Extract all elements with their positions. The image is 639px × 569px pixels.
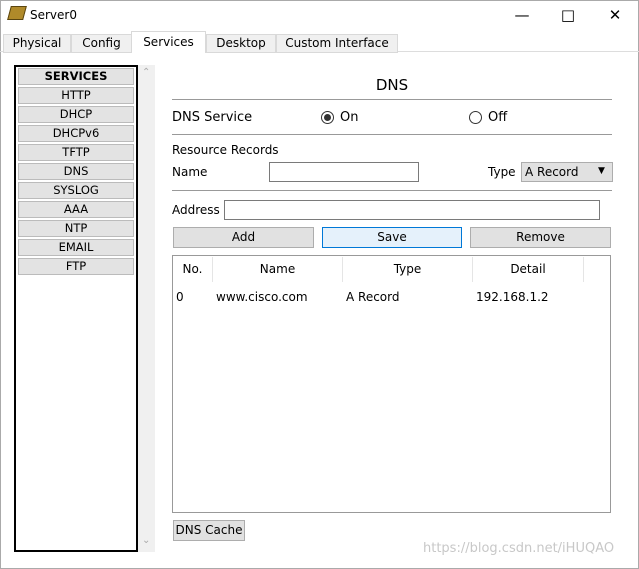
sidebar-item-email[interactable]: EMAIL <box>18 239 134 256</box>
divider <box>172 134 612 135</box>
tab-custom-interface[interactable]: Custom Interface <box>276 34 398 53</box>
sidebar-item-ftp[interactable]: FTP <box>18 258 134 275</box>
scroll-down-icon[interactable]: ⌄ <box>142 535 150 546</box>
cell-detail: 192.168.1.2 <box>476 290 549 304</box>
dns-records-table: No. Name Type Detail 0 www.cisco.com A R… <box>172 255 611 513</box>
column-header-no[interactable]: No. <box>173 257 213 282</box>
sidebar-item-dhcp[interactable]: DHCP <box>18 106 134 123</box>
scroll-up-icon[interactable]: ⌃ <box>142 67 150 78</box>
chevron-down-icon: ▼ <box>598 166 605 176</box>
dns-off-label: Off <box>488 110 508 125</box>
title-bar: Server0 — □ ✕ <box>0 0 639 30</box>
add-button[interactable]: Add <box>173 227 314 248</box>
cell-no: 0 <box>176 290 184 304</box>
window-title: Server0 <box>30 8 77 22</box>
close-icon[interactable]: ✕ <box>592 2 638 28</box>
dns-on-label: On <box>340 110 359 125</box>
cell-type: A Record <box>346 290 400 304</box>
sidebar-item-syslog[interactable]: SYSLOG <box>18 182 134 199</box>
tab-physical[interactable]: Physical <box>3 34 71 53</box>
type-select-value: A Record <box>525 165 579 179</box>
address-input[interactable] <box>224 200 600 220</box>
watermark: https://blog.csdn.net/iHUQAO <box>423 541 615 556</box>
cell-name: www.cisco.com <box>216 290 308 304</box>
tab-config[interactable]: Config <box>71 34 132 53</box>
maximize-icon[interactable]: □ <box>545 2 591 28</box>
column-header-type[interactable]: Type <box>343 257 473 282</box>
divider <box>172 99 612 100</box>
column-header-detail[interactable]: Detail <box>473 257 584 282</box>
tab-desktop[interactable]: Desktop <box>206 34 276 53</box>
sidebar-scrollbar[interactable]: ⌃ ⌄ <box>138 65 155 552</box>
dns-off-radio[interactable] <box>469 111 482 124</box>
sidebar-item-dhcpv6[interactable]: DHCPv6 <box>18 125 134 142</box>
minimize-icon[interactable]: — <box>499 2 545 28</box>
server-icon <box>7 6 27 20</box>
divider <box>172 190 612 191</box>
services-header: SERVICES <box>18 68 134 85</box>
services-list: SERVICES HTTP DHCP DHCPv6 TFTP DNS SYSLO… <box>14 65 138 552</box>
dns-service-label: DNS Service <box>172 110 253 125</box>
table-row[interactable]: 0 www.cisco.com A Record 192.168.1.2 <box>173 286 610 306</box>
remove-button[interactable]: Remove <box>470 227 611 248</box>
column-header-name[interactable]: Name <box>213 257 343 282</box>
tab-services[interactable]: Services <box>131 31 206 53</box>
name-input[interactable] <box>269 162 419 182</box>
dns-heading: DNS <box>375 76 409 94</box>
address-label: Address <box>172 203 220 217</box>
save-button[interactable]: Save <box>322 227 462 248</box>
type-select[interactable]: A Record ▼ <box>521 162 613 182</box>
sidebar-item-tftp[interactable]: TFTP <box>18 144 134 161</box>
dns-cache-button[interactable]: DNS Cache <box>173 520 245 541</box>
sidebar-item-aaa[interactable]: AAA <box>18 201 134 218</box>
name-label: Name <box>172 165 208 179</box>
sidebar-item-http[interactable]: HTTP <box>18 87 134 104</box>
sidebar-item-ntp[interactable]: NTP <box>18 220 134 237</box>
resource-records-label: Resource Records <box>172 143 279 157</box>
type-label: Type <box>488 165 516 179</box>
sidebar-item-dns[interactable]: DNS <box>18 163 134 180</box>
dns-on-radio[interactable] <box>321 111 334 124</box>
